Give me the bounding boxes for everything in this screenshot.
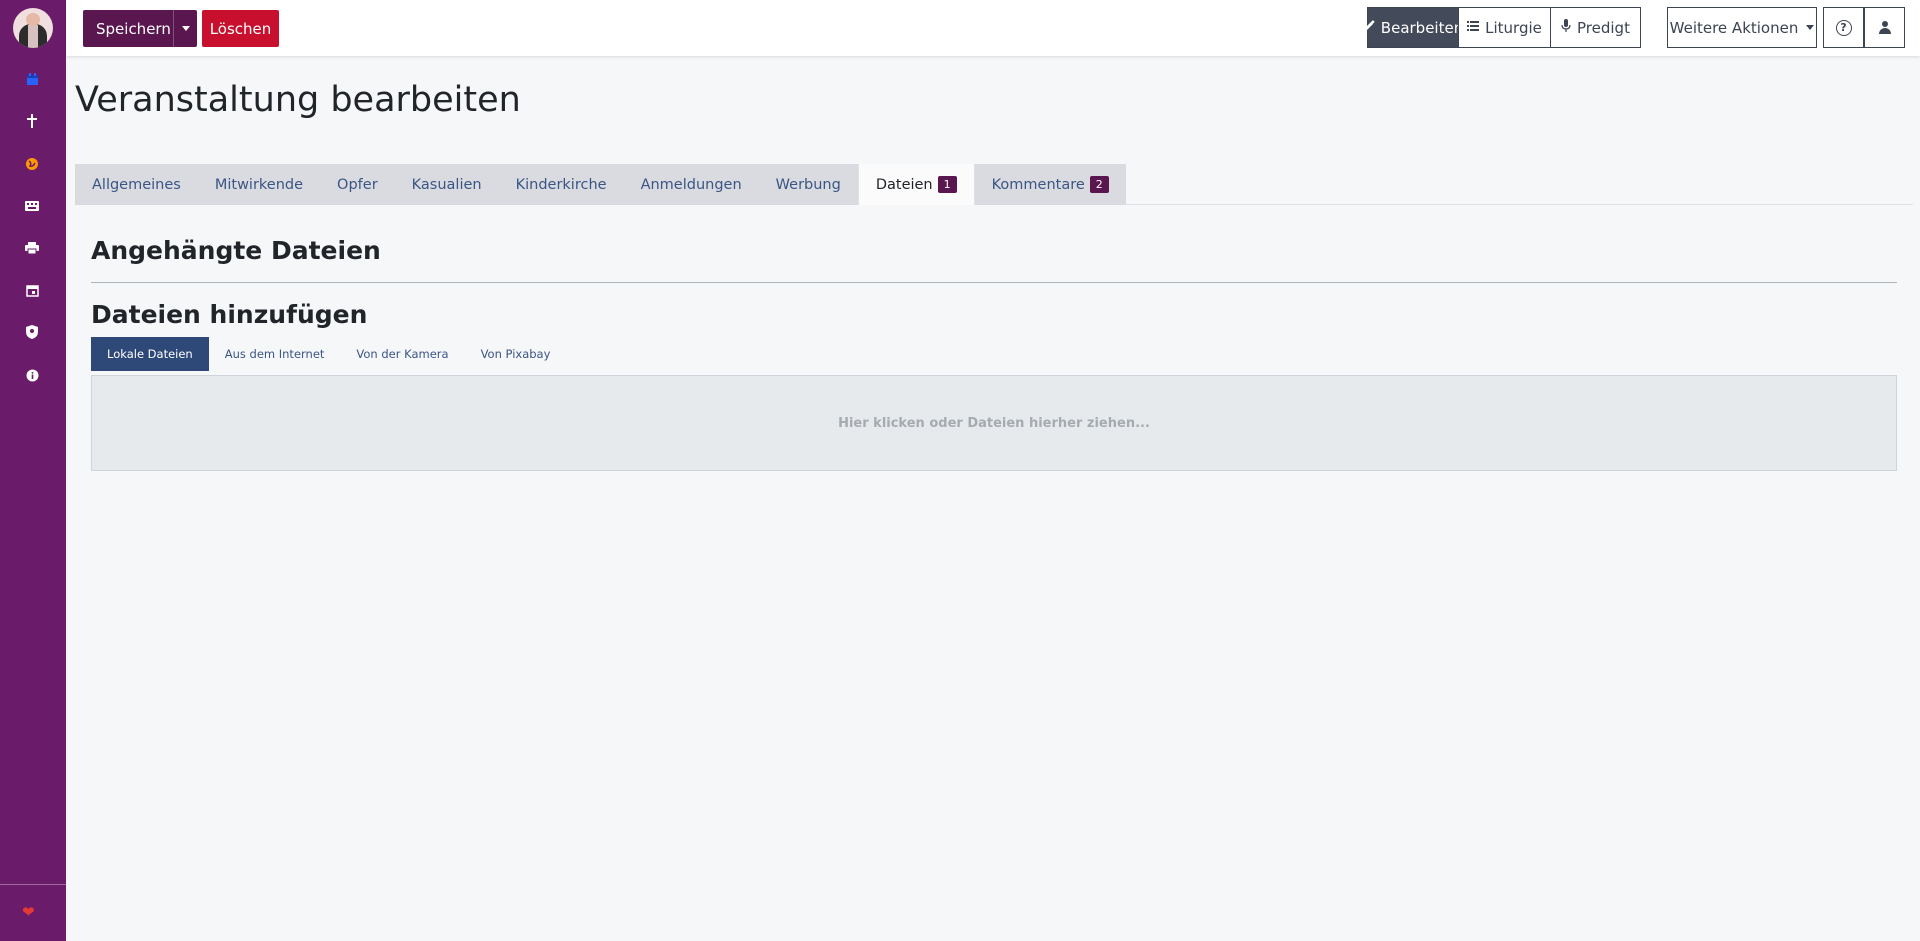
- globe-icon[interactable]: [21, 153, 43, 175]
- sidebar: ❤: [0, 0, 66, 941]
- keyboard-icon[interactable]: [21, 195, 43, 217]
- attached-files-heading: Angehängte Dateien: [91, 236, 381, 265]
- save-dropdown-toggle[interactable]: [173, 10, 197, 47]
- tab-participants[interactable]: Mitwirkende: [197, 164, 321, 205]
- tab-casuals[interactable]: Kasualien: [394, 164, 499, 205]
- tab-general[interactable]: Allgemeines: [75, 164, 198, 205]
- source-tab-camera[interactable]: Von der Kamera: [340, 337, 464, 371]
- tab-advertising[interactable]: Werbung: [758, 164, 858, 205]
- page-title: Veranstaltung bearbeiten: [75, 80, 521, 120]
- source-tab-local[interactable]: Lokale Dateien: [91, 337, 209, 371]
- dropzone-text: Hier klicken oder Dateien hierher ziehen…: [838, 415, 1150, 431]
- tab-bar: Allgemeines Mitwirkende Opfer Kasualien …: [75, 164, 1126, 205]
- calendar-event-icon[interactable]: [21, 279, 43, 301]
- more-actions-label: Weitere Aktionen: [1669, 18, 1799, 37]
- comments-count-badge: 2: [1089, 176, 1109, 193]
- tab-comments[interactable]: Kommentare 2: [974, 164, 1126, 205]
- divider: [91, 282, 1897, 283]
- tab-offering[interactable]: Opfer: [320, 164, 395, 205]
- delete-button[interactable]: Löschen: [202, 10, 279, 47]
- source-tab-pixabay[interactable]: Von Pixabay: [465, 337, 567, 371]
- top-toolbar: Speichern Löschen Bearbeiten Liturgie Pr…: [66, 0, 1920, 56]
- source-tab-internet[interactable]: Aus dem Internet: [209, 337, 341, 371]
- edit-button[interactable]: Bearbeiten: [1363, 7, 1463, 48]
- files-count-badge: 1: [937, 176, 957, 193]
- printer-icon[interactable]: [21, 237, 43, 259]
- info-icon[interactable]: [21, 364, 43, 386]
- cross-icon[interactable]: [21, 110, 43, 132]
- file-dropzone[interactable]: Hier klicken oder Dateien hierher ziehen…: [91, 375, 1897, 471]
- save-button[interactable]: Speichern: [83, 10, 197, 47]
- help-icon: ?: [1835, 19, 1852, 36]
- sermon-button-label: Predigt: [1577, 18, 1630, 37]
- liturgy-button-label: Liturgie: [1485, 18, 1542, 37]
- liturgy-button[interactable]: Liturgie: [1458, 7, 1551, 48]
- heart-icon[interactable]: ❤: [22, 903, 35, 921]
- user-menu-button[interactable]: [1864, 7, 1905, 48]
- caret-down-icon: [1806, 25, 1815, 30]
- microphone-icon: [1561, 19, 1571, 36]
- admin-shield-icon[interactable]: [21, 321, 43, 343]
- save-button-label: Speichern: [96, 19, 171, 38]
- add-files-heading: Dateien hinzufügen: [91, 300, 368, 329]
- tab-registrations[interactable]: Anmeldungen: [623, 164, 759, 205]
- app-logo[interactable]: [13, 8, 53, 48]
- pencil-icon: [1363, 19, 1375, 36]
- list-icon: [1467, 20, 1480, 35]
- calendar-icon[interactable]: [21, 68, 43, 90]
- sermon-button[interactable]: Predigt: [1550, 7, 1641, 48]
- tab-childrens-church[interactable]: Kinderkirche: [498, 164, 624, 205]
- tab-files[interactable]: Dateien 1: [857, 164, 975, 205]
- edit-button-label: Bearbeiten: [1380, 18, 1464, 37]
- user-icon: [1878, 20, 1892, 35]
- more-actions-dropdown[interactable]: Weitere Aktionen: [1667, 7, 1817, 48]
- file-source-tabs: Lokale Dateien Aus dem Internet Von der …: [91, 337, 566, 371]
- help-button[interactable]: ?: [1823, 7, 1864, 48]
- caret-down-icon: [181, 26, 190, 31]
